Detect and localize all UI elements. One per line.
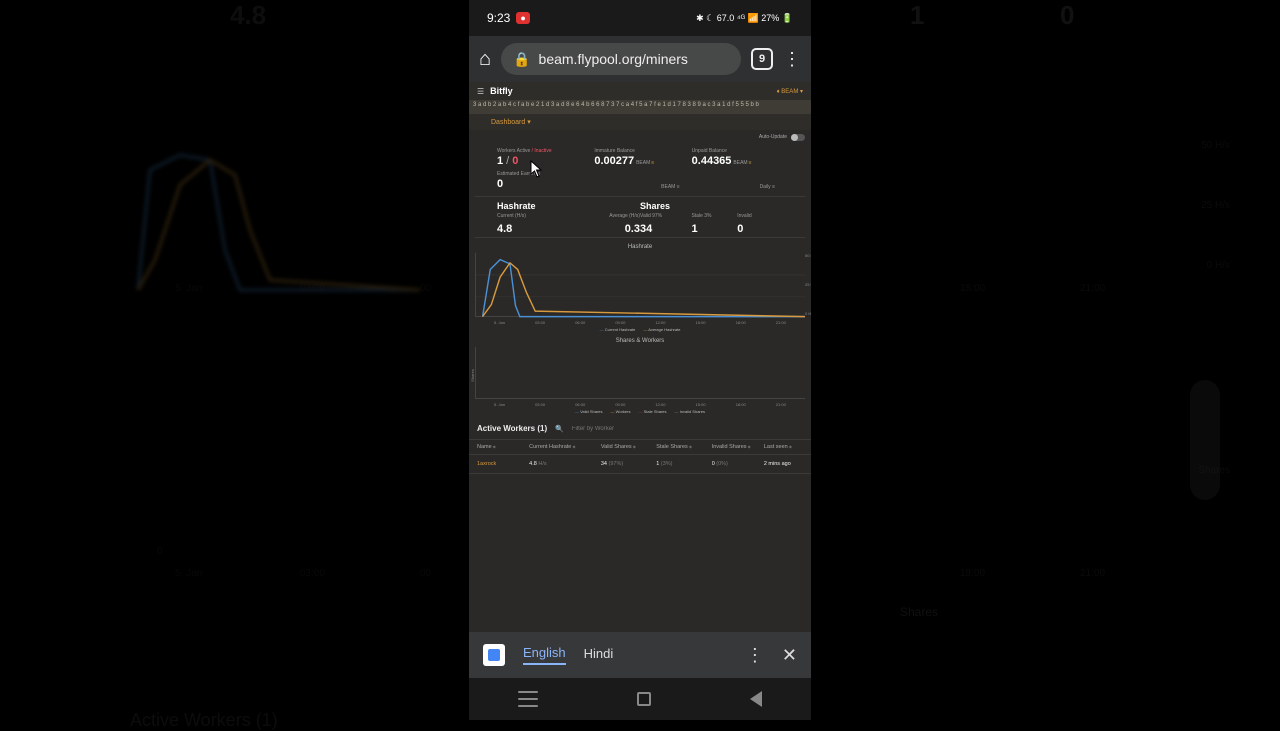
col-hashrate[interactable]: Current Hashrate — [529, 444, 601, 450]
translate-bar: English Hindi ⋮ ✕ — [469, 632, 811, 678]
bg-one: 1 — [910, 0, 1050, 31]
status-bar: 9:23 ● ✱ ☾ 67.0 ⁴ᴳ 📶 27% 🔋 — [469, 0, 811, 36]
system-nav-bar — [469, 678, 811, 720]
shares-heading: Shares — [640, 201, 783, 211]
translate-close-icon[interactable]: ✕ — [782, 645, 797, 666]
immature-balance-stat: Immature Balance 0.00277BEAM≡ — [594, 148, 685, 167]
dashboard-tab-row: Dashboard ▾ — [469, 114, 811, 130]
recents-icon[interactable] — [518, 691, 538, 707]
cursor-icon — [530, 160, 544, 178]
site-header: ☰ Bitfly ♦ BEAM ▾ — [469, 82, 811, 100]
hashrate-heading: Hashrate — [497, 201, 640, 211]
bg-current-value: 4.8 — [230, 0, 266, 31]
valid-shares: 34 — [640, 223, 691, 235]
chart1-title: Hashrate — [469, 244, 811, 250]
coin-selector[interactable]: ♦ BEAM ▾ — [777, 88, 803, 95]
url-bar[interactable]: 🔒 beam.flypool.org/miners — [501, 43, 741, 75]
background-blur-left: 4.8 5. Jan 03:00 00 0 5. Jan 03:00 00 Ac… — [100, 0, 440, 720]
tab-count[interactable]: 9 — [751, 48, 773, 70]
lang-english[interactable]: English — [523, 645, 566, 665]
auto-update-label: Auto-Update — [759, 134, 787, 140]
hashrate-chart: 50 H/s 25 H/s 0 H/s — [475, 253, 805, 317]
balance-stats: Workers Active / Inactive 1 / 0 Immature… — [469, 144, 811, 169]
worker-name: 1axrock — [477, 461, 529, 467]
invalid-shares: 0 — [737, 223, 783, 235]
status-icons: ✱ ☾ 67.0 ⁴ᴳ 📶 27% 🔋 — [696, 13, 793, 24]
phone-frame: 9:23 ● ✱ ☾ 67.0 ⁴ᴳ 📶 27% 🔋 ⌂ 🔒 beam.flyp… — [469, 0, 811, 720]
search-icon[interactable]: 🔍 — [555, 425, 564, 433]
dashboard-link[interactable]: Dashboard ▾ — [491, 118, 531, 126]
translate-icon — [483, 644, 505, 666]
unpaid-balance-stat: Unpaid Balance 0.44365BEAM≡ — [692, 148, 783, 167]
col-valid[interactable]: Valid Shares — [601, 444, 656, 450]
lang-hindi[interactable]: Hindi — [584, 646, 614, 664]
recording-badge: ● — [516, 12, 529, 24]
background-blur-right: 1 0 50 H/s 25 H/s 0 H/s 18:00 21:00 Shar… — [870, 0, 1210, 720]
chart2-title: Shares & Workers — [469, 338, 811, 344]
estimated-earnings-stat: Estimated Earnings 0 — [497, 171, 592, 190]
chart1-xticks: 5. Jan03:0006:0009:0012:0015:0018:0021:0… — [469, 319, 811, 325]
workers-table-header: Name Current Hashrate Valid Shares Stale… — [469, 439, 811, 455]
active-workers-title: Active Workers (1) — [477, 424, 547, 433]
back-icon[interactable] — [750, 691, 762, 707]
average-hashrate: 0.3 — [577, 223, 640, 235]
scrollbar-hint — [1190, 380, 1220, 500]
wallet-address: 3 a d b 2 a b 4 c f a b e 2 1 d 3 a d 8 … — [469, 100, 811, 114]
shares-chart: Shares — [475, 347, 805, 399]
url-text: beam.flypool.org/miners — [539, 51, 688, 67]
lock-icon: 🔒 — [513, 51, 530, 68]
table-row[interactable]: 1axrock 4.8 H/s 34 (97%) 1 (3%) 0 (0%) 2… — [469, 455, 811, 474]
auto-update-toggle[interactable] — [791, 134, 805, 141]
home-nav-icon[interactable] — [637, 692, 651, 706]
current-hashrate: 4.8 — [497, 223, 577, 235]
col-lastseen[interactable]: Last seen — [764, 444, 803, 450]
hamburger-icon[interactable]: ☰ — [477, 87, 484, 96]
active-workers-header: Active Workers (1) 🔍 — [469, 414, 811, 439]
worker-filter-input[interactable] — [572, 426, 650, 432]
auto-update-row: Auto-Update — [469, 130, 811, 144]
chart2-xticks: 5. Jan03:0006:0009:0012:0015:0018:0021:0… — [469, 401, 811, 407]
translate-menu-icon[interactable]: ⋮ — [746, 645, 764, 666]
col-stale[interactable]: Stale Shares — [656, 444, 711, 450]
col-invalid[interactable]: Invalid Shares — [712, 444, 764, 450]
stale-shares: 1 — [691, 223, 737, 235]
col-name[interactable]: Name — [477, 444, 529, 450]
brand-logo[interactable]: Bitfly — [490, 86, 513, 96]
status-time: 9:23 — [487, 11, 510, 25]
browser-menu-icon[interactable]: ⋮ — [783, 49, 801, 70]
browser-toolbar: ⌂ 🔒 beam.flypool.org/miners 9 ⋮ — [469, 36, 811, 82]
chart1-legend: Current Hashrate Average Hashrate — [469, 327, 811, 332]
page-content: ☰ Bitfly ♦ BEAM ▾ 3 a d b 2 a b 4 c f a … — [469, 82, 811, 632]
home-icon[interactable]: ⌂ — [479, 48, 491, 71]
